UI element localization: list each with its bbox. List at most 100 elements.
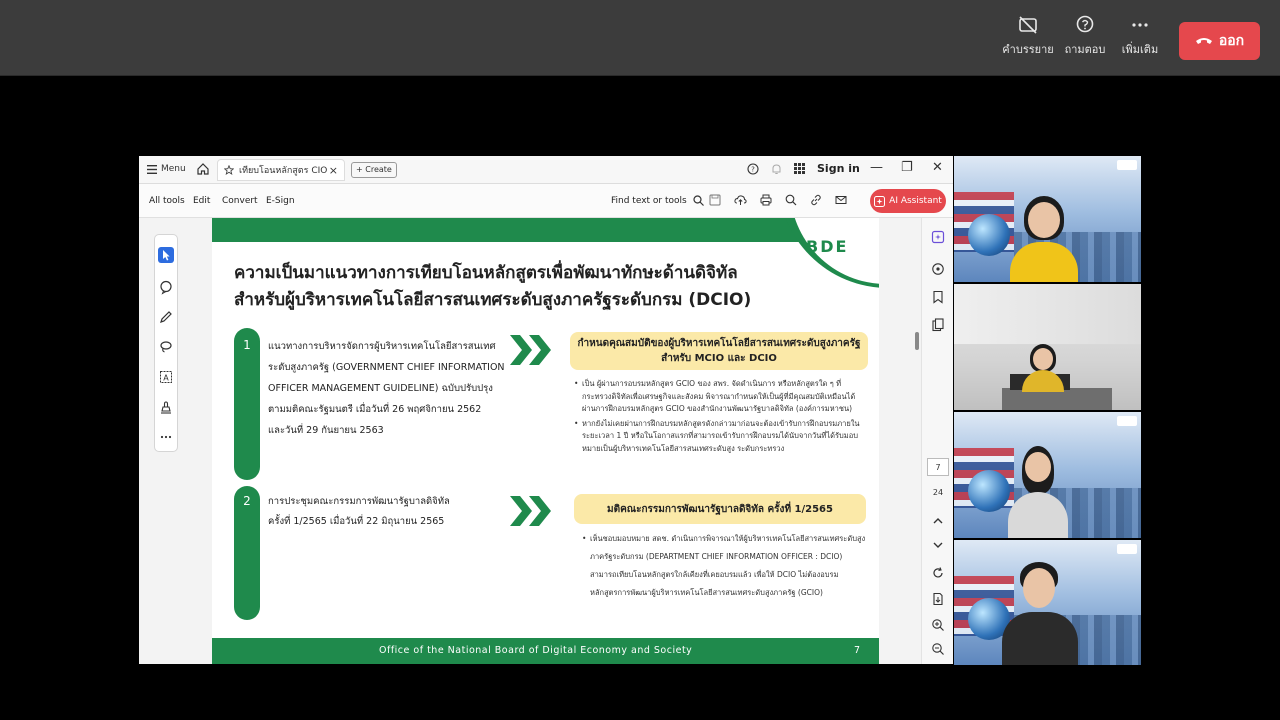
- item-1-text: แนวทางการบริหารจัดการผู้บริหารเทคโนโลยีส…: [268, 336, 505, 441]
- more-tools-icon[interactable]: [158, 429, 174, 445]
- captions-button[interactable]: คำบรรยาย: [998, 14, 1058, 58]
- search-zoom-icon[interactable]: [785, 194, 797, 206]
- convert-menu[interactable]: Convert: [222, 196, 258, 206]
- mail-icon[interactable]: [835, 194, 847, 206]
- item-2-line: ครั้งที่ 1/2565 เมื่อวันที่ 22 มิถุนายน …: [268, 516, 445, 527]
- committee-resolution-box: มติคณะกรรมการพัฒนารัฐบาลดิจิทัล ครั้งที่…: [574, 494, 866, 524]
- bookmark-icon[interactable]: [931, 290, 945, 304]
- print-icon[interactable]: [760, 194, 772, 206]
- close-window-icon[interactable]: ✕: [932, 160, 943, 175]
- apps-grid-icon[interactable]: [794, 163, 805, 174]
- pages-icon[interactable]: [931, 318, 945, 332]
- event-logo: [1117, 416, 1137, 426]
- comment-icon[interactable]: [158, 279, 174, 295]
- current-page-field[interactable]: 7: [927, 458, 949, 476]
- item-2-number: 2: [243, 494, 251, 508]
- help-icon[interactable]: ?: [747, 162, 759, 175]
- participant-tile-4[interactable]: [954, 540, 1141, 665]
- participant-tile-2[interactable]: [954, 284, 1141, 410]
- esign-menu[interactable]: E-Sign: [266, 196, 295, 206]
- upload-cloud-icon[interactable]: [734, 194, 747, 206]
- qa-button[interactable]: ถามตอบ: [1055, 14, 1115, 58]
- right-rail: 7 24: [921, 218, 953, 664]
- qa-icon: [1076, 15, 1094, 33]
- slide-footer: Office of the National Board of Digital …: [212, 638, 879, 664]
- all-tools-menu[interactable]: All tools: [149, 196, 185, 206]
- item-1-line: และวันที่ 29 กันยายน 2563: [268, 425, 384, 436]
- lasso-icon[interactable]: [158, 339, 174, 355]
- svg-text:A: A: [163, 374, 169, 383]
- meeting-toolbar: คำบรรยาย ถามตอบ เพิ่มเติม ออก: [0, 0, 1280, 76]
- box1-bullets: เป็น ผู้ผ่านการอบรมหลักสูตร GCIO ของ สพร…: [574, 378, 866, 457]
- ai-assistant-button[interactable]: AI Assistant: [870, 189, 946, 213]
- left-tools-panel: A: [154, 234, 178, 452]
- ai-edit-icon[interactable]: [931, 230, 945, 244]
- restore-icon[interactable]: ❐: [901, 160, 913, 175]
- item-1-number-bar: 1: [234, 328, 260, 480]
- item-1-line: ตามมติคณะรัฐมนตรี เมื่อวันที่ 26 พฤศจิกา…: [268, 404, 482, 415]
- globe-graphic: [968, 470, 1010, 512]
- document-tab[interactable]: เทียบโอนหลักสูตร CIO ×: [217, 159, 345, 181]
- ai-sparkle-icon: [874, 195, 886, 207]
- box1-bullet: เป็น ผู้ผ่านการอบรมหลักสูตร GCIO ของ สพร…: [574, 378, 866, 416]
- bell-icon[interactable]: [771, 163, 782, 175]
- edit-menu[interactable]: Edit: [193, 196, 210, 206]
- participant-tile-1[interactable]: [954, 156, 1141, 282]
- participant-tile-3[interactable]: [954, 412, 1141, 538]
- tab-title: เทียบโอนหลักสูตร CIO: [239, 166, 328, 176]
- total-pages: 24: [932, 488, 944, 497]
- globe-graphic: [968, 214, 1010, 256]
- link-icon[interactable]: [810, 194, 822, 206]
- slide-top-band: [212, 218, 879, 242]
- chevron-arrow-1-icon: [510, 335, 551, 365]
- slide-title: ความเป็นมาแนวทางการเทียบโอนหลักสูตรเพื่อ…: [234, 260, 794, 314]
- document-scroll-icon[interactable]: [931, 592, 945, 606]
- select-cursor-icon[interactable]: [158, 247, 174, 263]
- leave-button[interactable]: ออก: [1179, 22, 1260, 60]
- acrobat-titlebar: Menu เทียบโอนหลักสูตร CIO × + Create ? S…: [139, 156, 953, 184]
- svg-text:?: ?: [751, 165, 755, 173]
- more-button[interactable]: เพิ่มเติม: [1110, 14, 1170, 58]
- captions-off-icon: [1019, 16, 1037, 34]
- titlebar-right: ? Sign in: [747, 162, 860, 175]
- find-tools-search[interactable]: Find text or tools: [611, 195, 704, 206]
- home-icon[interactable]: [196, 162, 210, 176]
- sign-in-button[interactable]: Sign in: [817, 162, 860, 175]
- item-1-line: แนวทางการบริหารจัดการผู้บริหารเทคโนโลยีส…: [268, 341, 496, 352]
- box2-bullets: เห็นชอบมอบหมาย สดช. ดำเนินการพิจารณาให้ผ…: [582, 530, 866, 604]
- stamp-icon[interactable]: [158, 399, 174, 415]
- event-logo: [1117, 160, 1137, 170]
- footer-text: Office of the National Board of Digital …: [379, 645, 693, 656]
- item-2-number-bar: 2: [234, 486, 260, 620]
- box1-title-line1: กำหนดคุณสมบัติของผู้บริหารเทคโนโลยีสารสน…: [577, 338, 861, 349]
- leave-label: ออก: [1218, 33, 1245, 49]
- toolbar-icons: [709, 194, 847, 206]
- chevron-down-icon[interactable]: [931, 538, 945, 552]
- minimize-icon[interactable]: —: [870, 160, 883, 175]
- close-tab-icon[interactable]: ×: [329, 164, 338, 177]
- more-label: เพิ่มเติม: [1121, 43, 1159, 56]
- ai-label: AI Assistant: [889, 196, 942, 206]
- slide-title-line1: ความเป็นมาแนวทางการเทียบโอนหลักสูตรเพื่อ…: [234, 263, 738, 283]
- item-1-line: ระดับสูงภาครัฐ (GOVERNMENT CHIEF INFORMA…: [268, 362, 505, 373]
- chevron-up-icon[interactable]: [931, 514, 945, 528]
- box1-bullet: หากยังไม่เคยผ่านการฝึกอบรมหลักสูตรดังกล่…: [574, 418, 866, 456]
- captions-label: คำบรรยาย: [1002, 43, 1054, 56]
- search-icon: [693, 195, 704, 206]
- slide-page-number: 7: [854, 645, 861, 656]
- event-logo: [1117, 544, 1137, 554]
- menu-button[interactable]: Menu: [147, 164, 186, 174]
- star-icon[interactable]: [224, 165, 234, 175]
- vertical-scrollbar[interactable]: [915, 332, 919, 350]
- refresh-icon[interactable]: [931, 566, 945, 580]
- pen-icon[interactable]: [158, 309, 174, 325]
- create-button[interactable]: + Create: [351, 162, 397, 178]
- zoom-in-icon[interactable]: [931, 618, 945, 632]
- comments-panel-icon[interactable]: [931, 262, 945, 276]
- slide-page: BDE ความเป็นมาแนวทางการเทียบโอนหลักสูตรเ…: [212, 218, 879, 664]
- menu-label: Menu: [161, 164, 186, 174]
- zoom-out-icon[interactable]: [931, 642, 945, 656]
- text-box-icon[interactable]: A: [158, 369, 174, 385]
- slide-title-line2: สำหรับผู้บริหารเทคโนโลยีสารสนเทศระดับสูง…: [234, 290, 752, 310]
- save-icon[interactable]: [709, 194, 721, 206]
